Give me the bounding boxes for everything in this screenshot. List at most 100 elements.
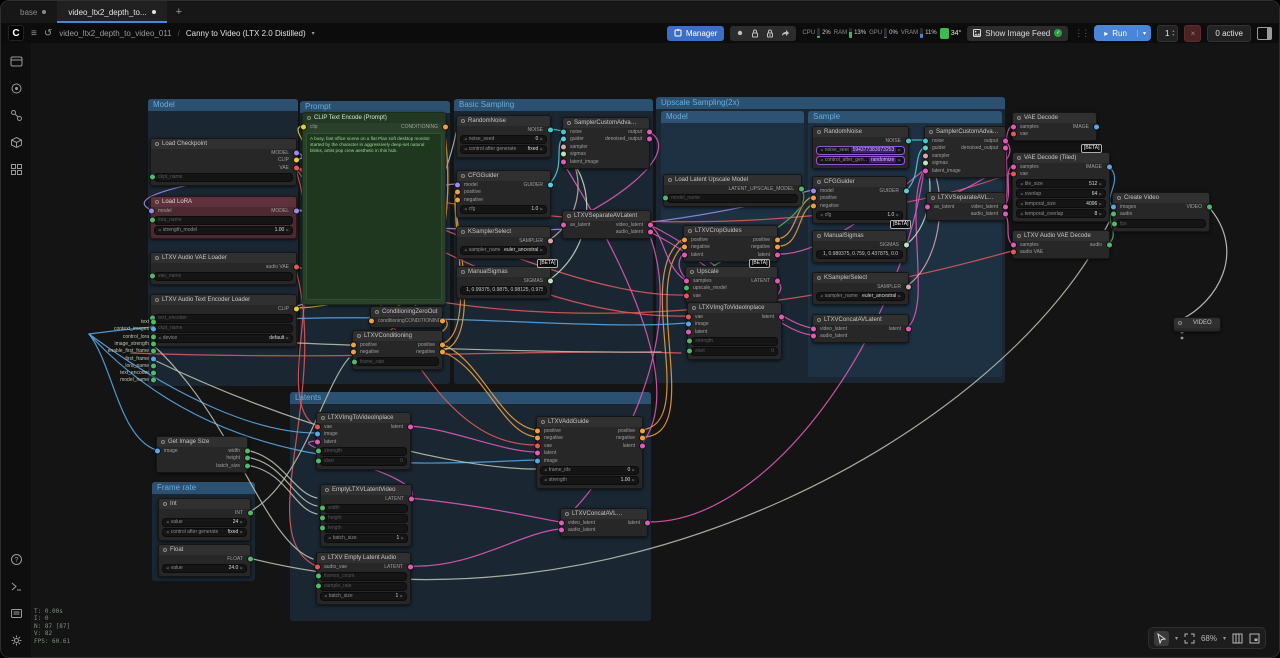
slot-dot[interactable]	[535, 443, 540, 448]
slot-dot[interactable]	[151, 327, 156, 332]
graph-node-empty-ltxv-latent-video[interactable]: EmptyLTXVLatentVideoLATENTwidthheightlen…	[320, 484, 412, 547]
collapse-dot-icon[interactable]	[155, 142, 159, 146]
subgraph-name[interactable]: Canny to Video (LTX 2.0 Distilled)	[186, 29, 306, 38]
collapse-dot-icon[interactable]	[163, 548, 167, 552]
widget-length[interactable]: length	[324, 524, 408, 533]
slot-dot[interactable]	[1011, 164, 1016, 169]
slot-dot[interactable]	[923, 146, 928, 151]
collapse-dot-icon[interactable]	[375, 310, 379, 314]
collapse-dot-icon[interactable]	[155, 298, 159, 302]
io-label-model-name[interactable]: model_name	[31, 377, 149, 383]
converted-input-dot[interactable]	[150, 274, 155, 279]
slot-dot[interactable]	[647, 129, 652, 134]
slot-dot[interactable]	[1003, 212, 1008, 217]
slot-dot[interactable]	[561, 144, 566, 149]
slot-dot[interactable]	[1011, 124, 1016, 129]
slot-dot[interactable]	[535, 428, 540, 433]
graph-node-manual-sigmas-2[interactable]: ManualSigmasSIGMAS1, 0.989375, 0.759, 0.…	[812, 230, 907, 263]
slot-dot[interactable]	[686, 322, 691, 327]
converted-input-dot[interactable]	[687, 349, 692, 354]
model-library-icon[interactable]	[10, 136, 23, 149]
slot-dot[interactable]	[648, 222, 653, 227]
widget-vae-name[interactable]: vae_name	[154, 272, 293, 281]
graph-node-cfg-guider-2[interactable]: CFGGuidermodelGUIDERpositivenegative◀cfg…	[812, 176, 907, 224]
collapse-dot-icon[interactable]	[163, 502, 167, 506]
slot-dot[interactable]	[684, 278, 689, 283]
slot-dot[interactable]	[440, 342, 445, 347]
widget-value[interactable]: 1, 0.989375, 0.759, 0.437875, 0.0	[816, 250, 903, 259]
toggle-on-icon[interactable]: ✓	[1054, 29, 1062, 37]
slot-dot[interactable]	[559, 528, 564, 533]
collapse-dot-icon[interactable]	[307, 116, 311, 120]
widget-ckpt-name[interactable]: ckpt_name	[154, 173, 293, 182]
slot-dot[interactable]	[351, 350, 356, 355]
widget-noise-seed[interactable]: ◀noise_seed0▶	[460, 135, 547, 144]
slot-dot[interactable]	[640, 443, 645, 448]
graph-node-ltxv-conditioning[interactable]: LTXVConditioningpositivepositivenegative…	[352, 330, 443, 370]
slot-dot[interactable]	[775, 245, 780, 250]
converted-input-dot[interactable]	[316, 574, 321, 579]
new-tab-button[interactable]: +	[167, 1, 191, 23]
slot-dot[interactable]	[440, 318, 445, 323]
slot-dot[interactable]	[315, 424, 320, 429]
slot-dot[interactable]	[640, 428, 645, 433]
collapse-dot-icon[interactable]	[567, 214, 571, 218]
pointer-tool-icon[interactable]	[1154, 631, 1169, 646]
widget-cfg[interactable]: ◀cfg1.0▶	[460, 205, 547, 214]
interrupt-button[interactable]: ×	[1184, 25, 1201, 42]
slot-dot[interactable]	[923, 153, 928, 158]
graph-node-float[interactable]: FloatFLOAT◀value24.0▶	[158, 544, 251, 577]
widget-control-after-generate[interactable]: ◀control after generatefixed▶	[162, 528, 247, 537]
io-label-text[interactable]: text	[31, 319, 149, 325]
slot-dot[interactable]	[455, 182, 460, 187]
graph-node-vae-decode[interactable]: VAE DecodesamplesIMAGEvae	[1012, 112, 1097, 141]
collapse-dot-icon[interactable]	[668, 178, 672, 182]
collapse-dot-icon[interactable]	[692, 306, 696, 310]
slot-dot[interactable]	[1111, 204, 1116, 209]
slot-dot[interactable]	[151, 349, 156, 354]
graph-node-video-out[interactable]: VIDEO	[1173, 317, 1221, 332]
share-arrow-icon[interactable]	[781, 29, 790, 37]
slot-dot[interactable]	[151, 363, 156, 368]
collapse-dot-icon[interactable]	[1117, 196, 1121, 200]
widget-strength[interactable]: strength	[320, 447, 407, 456]
widget-frames-count[interactable]: frames_count	[320, 572, 407, 581]
slot-dot[interactable]	[149, 208, 154, 213]
io-label-first-frame[interactable]: first_frame	[31, 356, 149, 362]
help-icon[interactable]: ?	[10, 553, 23, 566]
slot-dot[interactable]	[1011, 132, 1016, 137]
slot-dot[interactable]	[151, 341, 156, 346]
graph-node-ltxv-crop-guides[interactable]: LTXVCropGuidespositivepositivenegativene…	[683, 225, 778, 262]
collapse-dot-icon[interactable]	[817, 318, 821, 322]
io-label-control-lora[interactable]: control_lora	[31, 334, 149, 340]
graph-node-sampler-custom-2[interactable]: SamplerCustomAdva…noiseoutputguiderdenoi…	[924, 126, 1006, 178]
slot-dot[interactable]	[294, 158, 299, 163]
widget-model-name[interactable]: model_name	[667, 194, 798, 203]
collapse-dot-icon[interactable]	[688, 229, 692, 233]
collapse-dot-icon[interactable]	[929, 130, 933, 134]
slot-dot[interactable]	[1003, 146, 1008, 151]
manager-button[interactable]: Manager	[667, 26, 725, 41]
queue-count-stepper[interactable]: 1 ▴▾	[1157, 25, 1178, 42]
collapse-dot-icon[interactable]	[931, 196, 935, 200]
slot-dot[interactable]	[1107, 164, 1112, 169]
converted-input-dot[interactable]	[663, 196, 668, 201]
grid-columns-icon[interactable]	[1232, 633, 1243, 644]
templates-icon[interactable]	[10, 163, 23, 176]
collapse-dot-icon[interactable]	[357, 334, 361, 338]
slot-dot[interactable]	[535, 458, 540, 463]
slot-dot[interactable]	[811, 334, 816, 339]
widget-temporal-overlap[interactable]: ◀temporal_overlap8▶	[1016, 209, 1106, 218]
widget-overlap[interactable]: ◀overlap64▶	[1016, 189, 1106, 198]
collapse-dot-icon[interactable]	[690, 270, 694, 274]
graph-node-ltxv-audio-vae-decode[interactable]: LTXV Audio VAE Decodesamplesaudioaudio V…	[1012, 230, 1110, 259]
collapse-dot-icon[interactable]	[155, 200, 159, 204]
graph-node-concat-av-latent-1[interactable]: LTXVConcatAVLatentvideo_latentlatentaudi…	[812, 314, 909, 343]
slot-dot[interactable]	[559, 520, 564, 525]
workflow-name[interactable]: video_ltx2_depth_to_video_011	[59, 29, 171, 38]
slot-dot[interactable]	[686, 329, 691, 334]
widget-value[interactable]: ◀value24.0▶	[162, 564, 247, 573]
graph-node-clip-text-encode[interactable]: CLIP Text Encode (Prompt)clipCONDITIONIN…	[302, 112, 446, 305]
slot-dot[interactable]	[1107, 242, 1112, 247]
zoom-dropdown-chevron[interactable]: ▾	[1223, 635, 1226, 642]
